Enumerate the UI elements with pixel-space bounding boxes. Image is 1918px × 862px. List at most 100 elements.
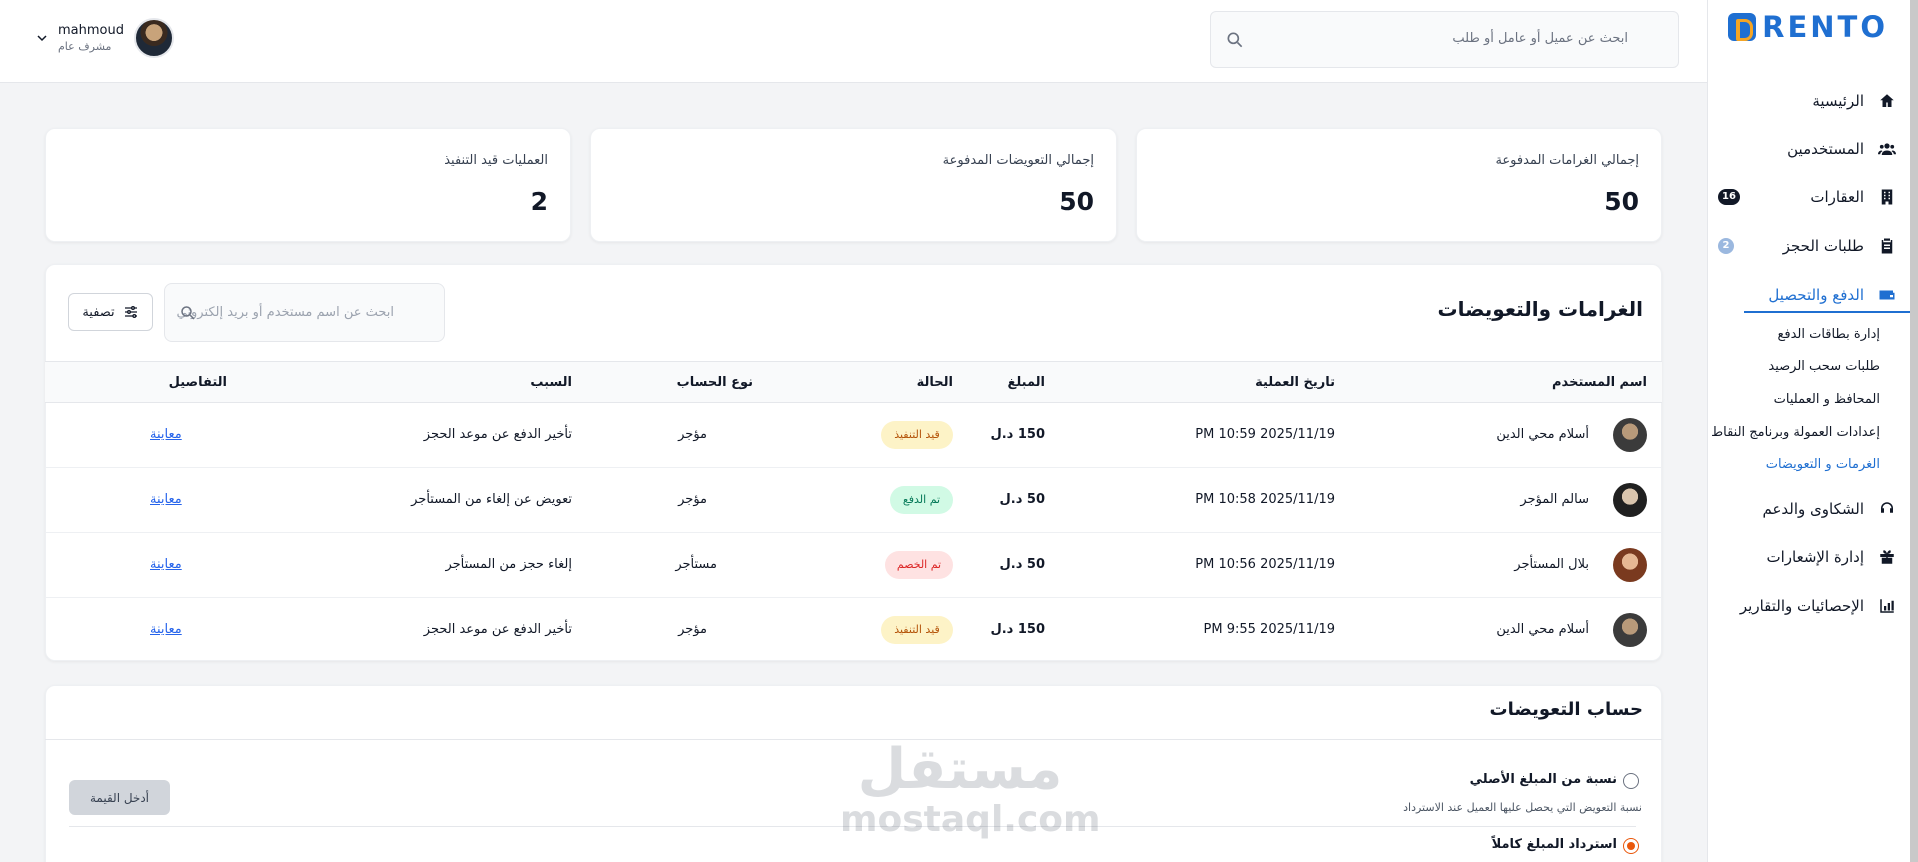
table-header: اسم المستخدم تاريخ العملية المبلغ الحالة…: [45, 361, 1662, 403]
option-description: نسبة التعويض التي يحصل عليها العميل عند …: [1403, 801, 1642, 814]
sidebar-item-home[interactable]: الرئيسية: [1718, 87, 1896, 115]
view-details-link[interactable]: معاينة: [150, 427, 182, 442]
stat-value: 2: [530, 187, 548, 216]
global-search-placeholder: ابحث عن عميل أو عامل أو طلب: [1452, 31, 1628, 46]
stat-title: إجمالي التعويضات المدفوعة: [942, 153, 1094, 168]
cell-account-type: مؤجر: [678, 427, 707, 442]
cell-username: أسلام محي الدين: [1496, 622, 1589, 637]
subitem-payment-cards[interactable]: إدارة بطاقات الدفع: [1777, 327, 1880, 342]
cell-account-type: مستأجر: [675, 557, 717, 572]
view-details-link[interactable]: معاينة: [150, 557, 182, 572]
table-row: أسلام محي الدين PM 10:59 2025/11/19 150 …: [45, 403, 1662, 468]
col-date: تاريخ العملية: [1255, 375, 1335, 390]
col-details: التفاصيل: [168, 375, 227, 390]
user-name: mahmoud: [58, 23, 124, 38]
stat-value: 50: [1059, 187, 1094, 216]
sidebar: RENTO الرئيسية المستخدمين 16 العقارات 2 …: [1707, 0, 1918, 862]
compensation-divider: [45, 739, 1662, 740]
radio-percentage[interactable]: [1623, 773, 1639, 789]
sidebar-item-label: الدفع والتحصيل: [1768, 286, 1864, 304]
cell-username: أسلام محي الدين: [1496, 427, 1589, 442]
cell-date: PM 9:55 2025/11/19: [1203, 622, 1335, 637]
option-separator: [69, 826, 1636, 827]
table-search-placeholder: ابحث عن اسم مستخدم أو بريد إلكتروني: [176, 305, 394, 320]
users-icon: [1878, 140, 1896, 158]
avatar[interactable]: [133, 18, 174, 58]
sidebar-item-label: العقارات: [1810, 188, 1864, 206]
sidebar-item-label: الرئيسية: [1812, 92, 1864, 110]
cell-amount: 150 د.ل: [990, 427, 1045, 442]
sidebar-item-complaints[interactable]: الشكاوى والدعم: [1718, 495, 1896, 523]
sidebar-item-label: الإحصائيات والتقارير: [1739, 597, 1864, 615]
status-badge: قيد التنفيذ: [881, 616, 953, 644]
active-nav-indicator: [1744, 311, 1918, 313]
stat-title: العمليات قيد التنفيذ: [444, 153, 548, 168]
cell-reason: تأخير الدفع عن موعد الحجز: [423, 427, 572, 442]
sidebar-item-booking-requests[interactable]: 2 طلبات الحجز: [1718, 232, 1896, 260]
compensation-card: [45, 685, 1662, 862]
user-role: مشرف عام: [58, 40, 112, 53]
brand-logo[interactable]: RENTO: [1728, 10, 1888, 44]
cell-account-type: مؤجر: [678, 492, 707, 507]
stat-value: 50: [1604, 187, 1639, 216]
option-label: نسبة من المبلغ الأصلي: [1469, 772, 1617, 787]
sidebar-item-reports[interactable]: الإحصائيات والتقارير: [1718, 592, 1896, 620]
cell-reason: تأخير الدفع عن موعد الحجز: [423, 622, 572, 637]
subitem-withdraw-requests[interactable]: طلبات سحب الرصيد: [1768, 359, 1880, 374]
cell-reason: تعويض عن إلغاء من المستأجر: [411, 492, 572, 507]
sidebar-item-label: الشكاوى والدعم: [1762, 500, 1864, 518]
view-details-link[interactable]: معاينة: [150, 492, 182, 507]
cell-account-type: مؤجر: [678, 622, 707, 637]
col-amount: المبلغ: [1007, 375, 1045, 390]
home-icon: [1878, 92, 1896, 110]
cell-date: PM 10:58 2025/11/19: [1195, 492, 1335, 507]
sidebar-item-label: المستخدمين: [1787, 140, 1864, 158]
properties-count-badge: 16: [1718, 189, 1740, 205]
sidebar-scrollbar[interactable]: [1910, 0, 1918, 862]
avatar: [1613, 548, 1647, 582]
table-row: أسلام محي الدين PM 9:55 2025/11/19 150 د…: [45, 598, 1662, 663]
filter-button[interactable]: تصفية: [68, 293, 153, 331]
sidebar-scrollbar-thumb[interactable]: [1910, 0, 1918, 862]
enter-value-button[interactable]: أدخل القيمة: [69, 780, 170, 815]
status-badge: تم الخصم: [885, 551, 953, 579]
subitem-commission-settings[interactable]: إعدادات العمولة وبرنامج النقاط: [1711, 425, 1880, 440]
wallet-icon: [1878, 286, 1896, 304]
view-details-link[interactable]: معاينة: [150, 622, 182, 637]
table-search-input[interactable]: ابحث عن اسم مستخدم أو بريد إلكتروني: [164, 283, 445, 342]
chevron-down-icon[interactable]: [36, 32, 48, 44]
stat-card-pending-operations: العمليات قيد التنفيذ 2: [45, 128, 571, 242]
compensation-section-title: حساب التعويضات: [1489, 699, 1643, 720]
cell-username: بلال المستأجر: [1514, 557, 1589, 572]
clipboard-icon: [1878, 237, 1896, 255]
cell-date: PM 10:59 2025/11/19: [1195, 427, 1335, 442]
subitem-fines-compensations[interactable]: الغرمات و التعويضات: [1766, 457, 1880, 472]
cell-amount: 50 د.ل: [999, 492, 1045, 507]
gift-icon: [1878, 548, 1896, 566]
sidebar-item-notifications[interactable]: إدارة الإشعارات: [1718, 543, 1896, 571]
building-icon: [1878, 188, 1896, 206]
fines-section-title: الغرامات والتعويضات: [1437, 297, 1643, 321]
headset-icon: [1878, 500, 1896, 518]
avatar: [1613, 483, 1647, 517]
user-menu[interactable]: mahmoud مشرف عام: [36, 18, 174, 58]
stat-card-fines: إجمالي الغرامات المدفوعة 50: [1136, 128, 1662, 242]
sidebar-item-properties[interactable]: 16 العقارات: [1718, 183, 1896, 211]
brand-name: RENTO: [1762, 10, 1888, 44]
sidebar-item-payments[interactable]: الدفع والتحصيل: [1718, 281, 1896, 309]
stat-title: إجمالي الغرامات المدفوعة: [1495, 153, 1639, 168]
sliders-icon: [124, 306, 137, 318]
global-search-input[interactable]: ابحث عن عميل أو عامل أو طلب: [1210, 11, 1679, 68]
cell-amount: 150 د.ل: [990, 622, 1045, 637]
cell-amount: 50 د.ل: [999, 557, 1045, 572]
search-icon: [181, 306, 195, 320]
subitem-wallets[interactable]: المحافظ و العمليات: [1774, 392, 1880, 407]
col-username: اسم المستخدم: [1552, 375, 1647, 390]
avatar: [1613, 418, 1647, 452]
radio-full-refund[interactable]: [1623, 838, 1639, 854]
filter-button-label: تصفية: [82, 304, 115, 320]
table-row: بلال المستأجر PM 10:56 2025/11/19 50 د.ل…: [45, 533, 1662, 598]
sidebar-item-users[interactable]: المستخدمين: [1718, 135, 1896, 163]
option-label: استرداد المبلغ كاملاً: [1491, 837, 1617, 852]
col-reason: السبب: [530, 375, 572, 390]
